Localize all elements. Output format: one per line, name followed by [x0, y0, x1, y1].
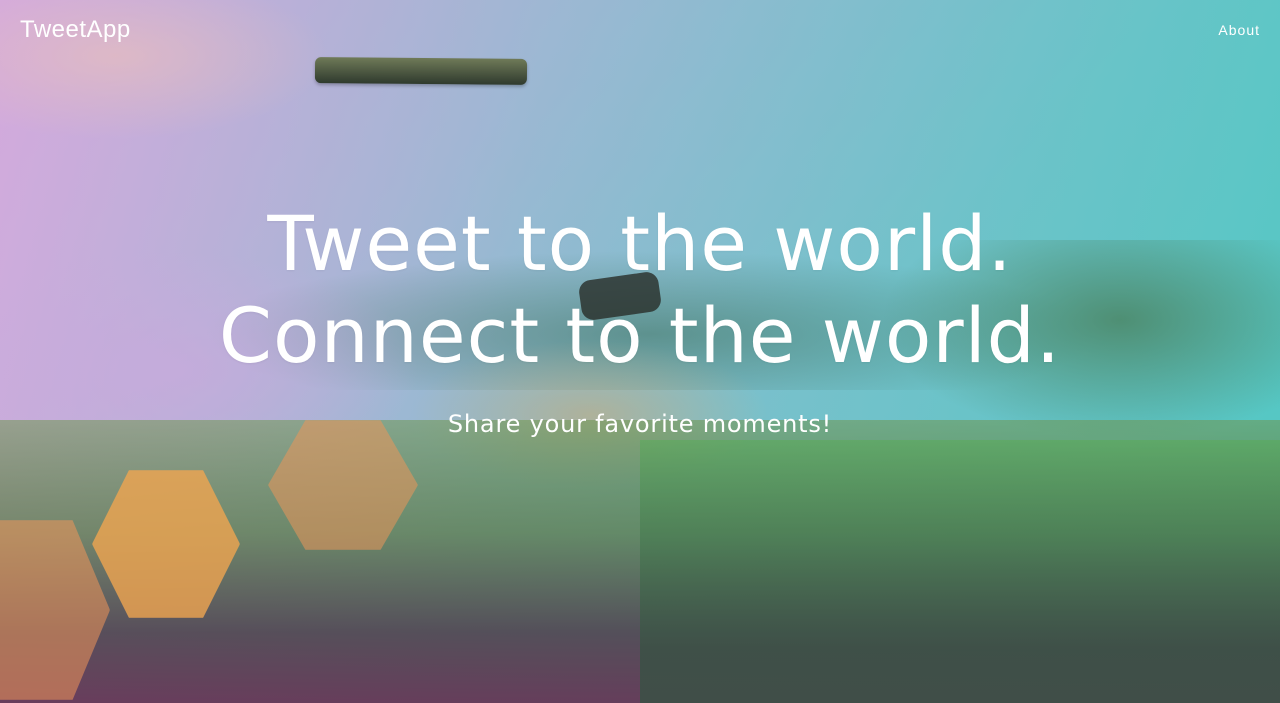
headline-line-1: Tweet to the world. [267, 199, 1013, 288]
grass-right [640, 440, 1280, 703]
headline-line-2: Connect to the world. [218, 291, 1062, 380]
nav-link-about[interactable]: About [1218, 22, 1260, 38]
top-navigation: TweetApp About [0, 0, 1280, 64]
hero-section: Tweet to the world. Connect to the world… [0, 198, 1280, 438]
logo-link[interactable]: TweetApp [20, 16, 131, 44]
landing-page: TweetApp About Tweet to the world. Conne… [0, 0, 1280, 703]
hero-headline: Tweet to the world. Connect to the world… [0, 198, 1280, 382]
hero-subtitle: Share your favorite moments! [447, 410, 833, 438]
